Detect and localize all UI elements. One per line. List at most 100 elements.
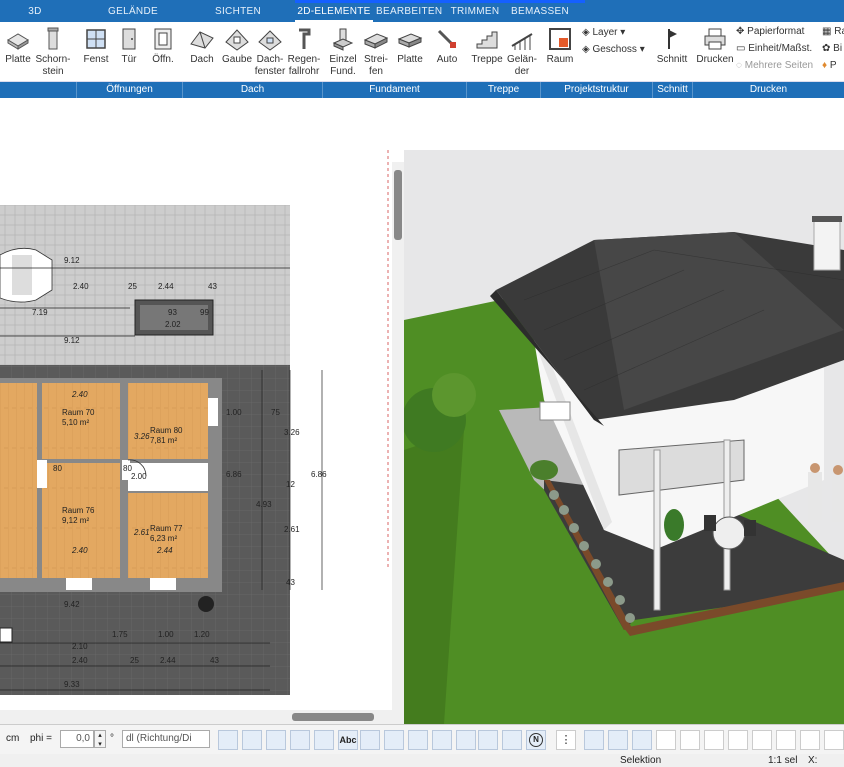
layer-palette-icon[interactable] (432, 730, 452, 750)
position-button[interactable]: ♦ P (822, 58, 837, 74)
more-options-icon[interactable]: ⋮ (556, 730, 576, 750)
material-tool-icon[interactable] (478, 730, 498, 750)
hatch-tool-icon[interactable] (218, 730, 238, 750)
room-area: 5,10 m² (62, 418, 90, 427)
fenster-button[interactable]: Fenst (80, 22, 112, 82)
schornstein-label-2: stein (42, 66, 64, 77)
phi-stepper[interactable]: ▴ ▾ (94, 730, 106, 748)
oeffnung-button[interactable]: Öffn. (147, 22, 179, 82)
view-plan-icon[interactable] (584, 730, 604, 750)
view-corner-icon[interactable] (704, 730, 724, 750)
tab-trimmen[interactable]: TRIMMEN (448, 0, 502, 22)
einzelfundament-label-2: Fund. (330, 66, 356, 77)
regenfallrohr-label-2: fallrohr (288, 66, 320, 77)
layer-dropdown[interactable]: ◈ Layer ▾ (582, 25, 625, 41)
tab-bemassen[interactable]: BEMASSEN (510, 0, 570, 22)
expand-icon[interactable] (824, 730, 844, 750)
dach-button[interactable]: Dach (186, 22, 218, 82)
3d-scene-graphic[interactable] (404, 150, 844, 724)
view-image-icon[interactable] (680, 730, 700, 750)
bild-label: Bi (833, 43, 843, 54)
stairs-icon (476, 31, 498, 49)
oeffnung-label: Öffn. (152, 54, 174, 65)
scrollbar-thumb[interactable] (292, 713, 374, 721)
line-style-icon[interactable] (290, 730, 310, 750)
treppe-button[interactable]: Treppe (470, 22, 504, 82)
plan-vertical-scrollbar[interactable] (392, 162, 404, 710)
text-style-button[interactable]: Abc (338, 730, 358, 750)
regenfallrohr-button[interactable]: Regen- fallrohr (286, 22, 322, 82)
phi-input[interactable]: 0,0 (60, 730, 94, 748)
auto-label: Auto (436, 54, 458, 65)
grid-toggle-icon[interactable] (776, 730, 796, 750)
schornstein-label-1: Schorn- (35, 54, 71, 65)
dimension-label: 1.20 (194, 630, 210, 639)
dachfenster-button[interactable]: Dach- fenster (254, 22, 286, 82)
tab-sichten[interactable]: SICHTEN (200, 0, 276, 22)
streifenfundament-button[interactable]: Strei- fen (360, 22, 392, 82)
tab-bearbeiten[interactable]: BEARBEITEN (376, 0, 442, 22)
fill-tool-icon[interactable] (242, 730, 262, 750)
downpipe-icon (299, 28, 311, 49)
raum-button[interactable]: Raum (543, 22, 577, 82)
floor-plan-view[interactable]: 9.12 2.40 25 2.44 43 7.19 93 99 2.02 9.1… (0, 150, 404, 710)
einzelfundament-button[interactable]: Einzel Fund. (327, 22, 359, 82)
dimension-style-icon[interactable] (314, 730, 334, 750)
platte-button[interactable]: Platte (2, 22, 34, 82)
streifenfundament-label-2: fen (369, 66, 383, 77)
snap-frame-icon[interactable] (408, 730, 428, 750)
papierformat-button[interactable]: ✥ Papierformat (736, 24, 804, 40)
floor-plan-graphic[interactable] (0, 150, 404, 710)
mehrere-seiten-label: Mehrere Seiten (744, 60, 814, 71)
plan-horizontal-scrollbar[interactable] (0, 710, 404, 724)
status-bar: Selektion 1:1 sel X: (0, 754, 844, 767)
scrollbar-thumb[interactable] (394, 170, 402, 240)
degree-label: ° (110, 733, 114, 744)
dimension-label: 2.61 (134, 528, 150, 537)
line-weight-icon[interactable] (266, 730, 286, 750)
drucken-button[interactable]: Drucken (696, 22, 734, 82)
tuer-button[interactable]: Tür (115, 22, 143, 82)
rahmen-button[interactable]: ▦ Ra (822, 24, 844, 40)
dimension-label: 2.61 (284, 525, 300, 534)
gaube-button[interactable]: Gaube (220, 22, 254, 82)
floor-icon: ◈ (582, 44, 593, 55)
surface-tool-icon[interactable] (502, 730, 522, 750)
north-arrow-button[interactable]: N (526, 730, 546, 750)
geschoss-dropdown[interactable]: ◈ Geschoss ▾ (582, 42, 645, 58)
terrain-tool-icon[interactable] (456, 730, 476, 750)
3d-view[interactable] (404, 150, 844, 724)
opening-icon (154, 28, 172, 50)
gelaender-button[interactable]: Gelän- der (505, 22, 539, 82)
tab-3d[interactable]: 3D (0, 0, 70, 22)
ribbon-tab-bar: 3D GELÄNDE SICHTEN 2D-ELEMENTE BEARBEITE… (0, 0, 844, 22)
streifenfundament-label-1: Strei- (364, 54, 388, 65)
tab-2d-elemente[interactable]: 2D-ELEMENTE (295, 0, 373, 22)
tab-gelaende[interactable]: GELÄNDE (90, 0, 176, 22)
view-grid-icon[interactable] (632, 730, 652, 750)
dimension-label: 6.86 (311, 470, 327, 479)
view-page-icon[interactable] (608, 730, 628, 750)
dimension-tool-icon[interactable] (360, 730, 380, 750)
ribbon: Platte Schorn- stein Fenst Tür Öffn. Dac… (0, 22, 844, 82)
ortho-toggle-icon[interactable] (800, 730, 820, 750)
room-name: Raum 77 (150, 524, 183, 533)
dimension-label: 9.42 (64, 600, 80, 609)
chevron-down-icon: ▾ (636, 44, 645, 55)
regenfallrohr-label-1: Regen- (287, 54, 321, 65)
auto-button[interactable]: Auto (430, 22, 464, 82)
snap-center-icon[interactable] (752, 730, 772, 750)
selection-frame-icon[interactable] (384, 730, 404, 750)
mehrere-seiten-button[interactable]: ◌ Mehrere Seiten (736, 58, 813, 74)
schornstein-button[interactable]: Schorn- stein (34, 22, 72, 82)
schnitt-button[interactable]: Schnitt (654, 22, 690, 82)
dimension-label: 2.40 (72, 390, 88, 399)
snap-point-icon[interactable] (728, 730, 748, 750)
einheit-button[interactable]: ▭ Einheit/Maßst. (736, 41, 812, 57)
schnitt-label: Schnitt (656, 54, 688, 65)
direction-select[interactable]: dl (Richtung/Di (122, 730, 210, 748)
fundamentplatte-button[interactable]: Platte (393, 22, 427, 82)
group-drucken: Drucken (692, 82, 844, 98)
view-split-icon[interactable] (656, 730, 676, 750)
bild-button[interactable]: ✿ Bi (822, 41, 842, 57)
